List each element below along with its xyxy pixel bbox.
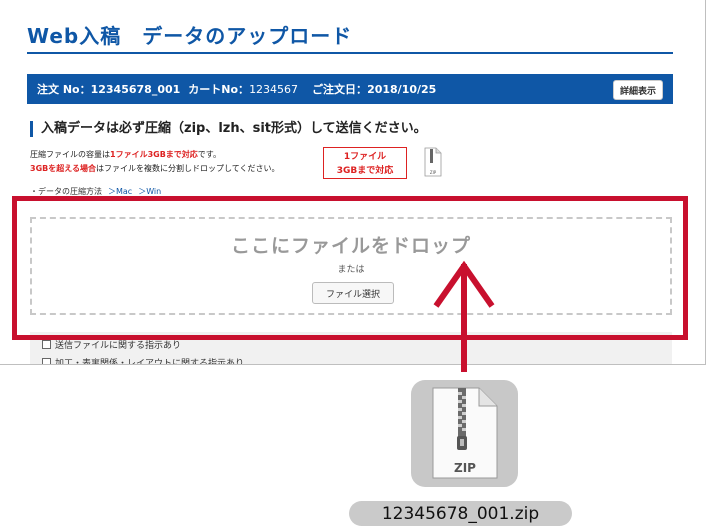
compression-links-label: ・データの圧縮方法 [30,187,102,196]
order-no-label: 注文 No： [37,83,91,96]
option-layout-instruction[interactable]: 加工・表裏関係・レイアウトに関する指示あり [42,356,245,365]
section-heading: 入稿データは必ず圧縮（zip、lzh、sit形式）して送信ください。 [30,121,427,137]
order-date-value: 2018/10/25 [367,82,437,96]
order-no-value: 12345678_001 [90,82,181,96]
capacity-note-prefix: 圧縮ファイルの容量は [30,150,110,159]
split-note-suffix: はファイルを複数に分割しドロップしてください。 [96,164,280,173]
page-title: Web入稿 データのアップロード [27,24,353,48]
title-divider [27,52,673,54]
detail-button[interactable]: 詳細表示 [612,80,663,100]
split-note: 3GBを超える場合はファイルを複数に分割しドロップしてください。 [30,163,280,174]
mini-file-label: ZIP [430,170,437,175]
checkbox[interactable] [42,358,51,364]
dragged-file-name: 12345678_001.zip [349,501,572,526]
order-date-label: ご注文日： [312,83,368,96]
dragged-file-tile[interactable]: ZIP [411,380,518,487]
zip-icon-label: ZIP [454,461,476,475]
capacity-note-highlight: 1ファイル3GBまで対応 [110,150,198,159]
split-note-highlight: 3GBを超える場合 [30,164,96,173]
option-label: 加工・表裏関係・レイアウトに関する指示あり [55,359,245,365]
win-link[interactable]: ＞Win [138,187,161,196]
mac-link[interactable]: ＞Mac [108,187,132,196]
capacity-note-suffix: です。 [197,150,221,159]
zip-file-icon: ZIP [432,387,498,479]
cart-no-value: 1234567 [249,82,299,96]
capacity-note: 圧縮ファイルの容量は1ファイル3GBまで対応です。 [30,149,221,160]
cart-no-label: カートNo： [188,83,250,96]
drop-zone-highlight-frame [12,196,688,340]
checkbox[interactable] [42,340,51,349]
capacity-badge-line1: 1ファイル [343,152,387,162]
order-info-bar: 注文 No： 12345678_001 カートNo： 1234567 ご注文日：… [27,74,673,104]
zip-file-icon-small: ZIP [424,147,442,177]
capacity-badge-line2: 3GBまで対応 [336,166,394,176]
capacity-badge: 1ファイル 3GBまで対応 [323,147,407,179]
